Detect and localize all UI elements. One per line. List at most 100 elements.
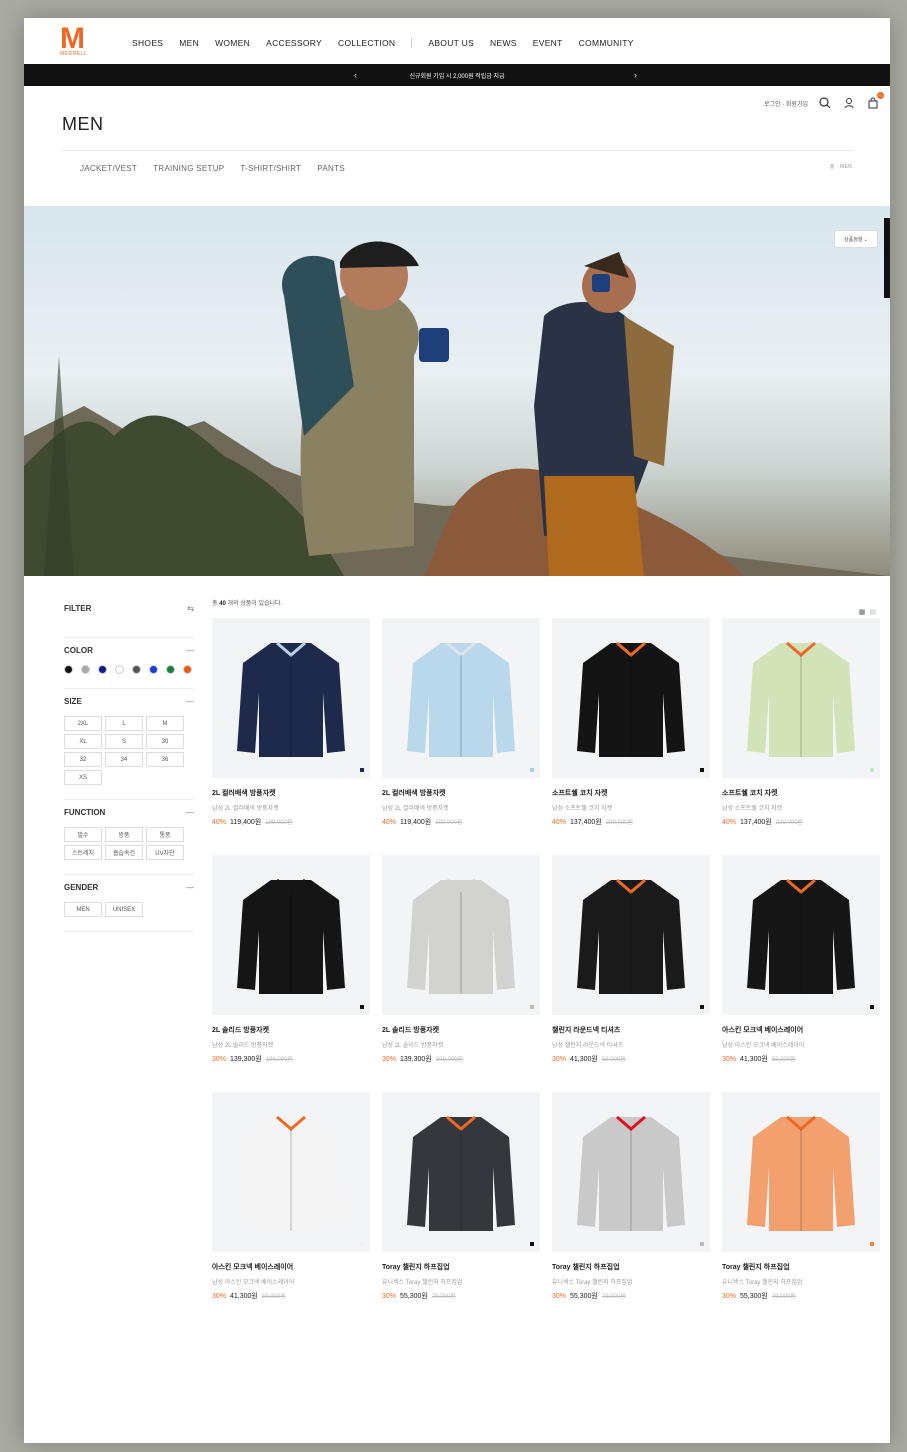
size-option[interactable]: L [105, 716, 143, 731]
original-price: 79,000원 [431, 1294, 456, 1300]
login-link[interactable]: 로그인 · 회원가입 [764, 99, 808, 108]
nav-women[interactable]: WOMEN [215, 38, 250, 48]
subnav-jacket-vest[interactable]: JACKET/VEST [80, 164, 137, 173]
banner-next-button[interactable]: › [634, 70, 637, 80]
product-image[interactable] [552, 855, 710, 1015]
product-name[interactable]: 2L 솔리드 방풍자켓 [382, 1025, 540, 1035]
size-option[interactable]: 32 [64, 752, 102, 767]
product-name[interactable]: Toray 챌린지 하프집업 [382, 1262, 540, 1272]
product-image[interactable] [212, 855, 370, 1015]
product-card[interactable]: Toray 챌린지 하프집업 유니섹스 Toray 챌린지 하프집업 30% 55… [382, 1092, 540, 1301]
product-name[interactable]: Toray 챌린지 하프집업 [722, 1262, 880, 1272]
gender-filter-header[interactable]: GENDER — [64, 883, 194, 892]
size-option[interactable]: 30 [146, 734, 184, 749]
product-image[interactable] [722, 618, 880, 778]
color-filter-header[interactable]: COLOR — [64, 646, 194, 655]
subnav-training-setup[interactable]: TRAINING SETUP [153, 164, 224, 173]
collapse-icon[interactable]: — [186, 883, 194, 892]
product-card[interactable]: 아스킨 모크넥 베이스레이어 남성 아스킨 모크넥 베이스레이어 30% 41,3… [212, 1092, 370, 1301]
product-card[interactable]: 2L 컬러배색 방풍자켓 남성 2L 컬러배색 방풍자켓 40% 119,400원… [212, 618, 370, 827]
product-card[interactable]: 2L 솔리드 방풍자켓 남성 2L 솔리드 방풍자켓 30% 139,300원 19… [212, 855, 370, 1064]
cart-icon[interactable]: 0 [866, 92, 884, 110]
subnav-tshirt-shirt[interactable]: T-SHIRT/SHIRT [240, 164, 301, 173]
product-image[interactable] [382, 1092, 540, 1252]
product-name[interactable]: 아스킨 모크넥 베이스레이어 [722, 1025, 880, 1035]
product-image[interactable] [382, 618, 540, 778]
function-option[interactable]: 방풍 [105, 827, 143, 842]
grid-view-icon[interactable]: ▦ [859, 608, 866, 616]
color-swatch[interactable] [183, 665, 192, 674]
product-card[interactable]: 소프트쉘 코치 자켓 남성 소프트쉘 코치 자켓 40% 137,400원 229,… [552, 618, 710, 827]
size-option[interactable]: XS [64, 770, 102, 785]
size-option[interactable]: 36 [146, 752, 184, 767]
product-image[interactable] [552, 618, 710, 778]
color-swatch[interactable] [149, 665, 158, 674]
banner-text[interactable]: 신규회원 가입 시 2,000원 적립금 지급 [409, 71, 504, 80]
function-option[interactable]: 흡습속건 [105, 845, 143, 860]
side-floating-tab[interactable] [884, 218, 890, 298]
product-name[interactable]: 챌린지 라운드넥 티셔츠 [552, 1025, 710, 1035]
user-icon[interactable] [842, 96, 856, 110]
list-view-icon[interactable]: ▤ [869, 608, 876, 616]
size-filter-header[interactable]: SIZE — [64, 697, 194, 706]
product-card[interactable]: 소프트쉘 코치 자켓 남성 소프트쉘 코치 자켓 40% 137,400원 229,… [722, 618, 880, 827]
product-card[interactable]: 챌린지 라운드넥 티셔츠 남성 챌린지 라운드넥 티셔츠 30% 41,300원 5… [552, 855, 710, 1064]
product-card[interactable]: 2L 컬러배색 방풍자켓 남성 2L 컬러배색 방풍자켓 40% 119,400원… [382, 618, 540, 827]
product-image[interactable] [212, 618, 370, 778]
product-price-row: 30% 139,300원 199,000원 [382, 1054, 540, 1064]
nav-community[interactable]: COMMUNITY [579, 38, 634, 48]
search-icon[interactable] [818, 96, 832, 110]
nav-men[interactable]: MEN [179, 38, 199, 48]
product-image[interactable] [722, 1092, 880, 1252]
color-swatch[interactable] [115, 665, 124, 674]
size-option[interactable]: M [146, 716, 184, 731]
color-swatch[interactable] [64, 665, 73, 674]
product-name[interactable]: 2L 컬러배색 방풍자켓 [212, 788, 370, 798]
filter-settings-icon[interactable]: ⇆ [187, 604, 194, 613]
product-image[interactable] [722, 855, 880, 1015]
nav-event[interactable]: EVENT [533, 38, 563, 48]
function-option[interactable]: 발수 [64, 827, 102, 842]
product-name[interactable]: 소프트쉘 코치 자켓 [552, 788, 710, 798]
product-name[interactable]: Toray 챌린지 하프집업 [552, 1262, 710, 1272]
nav-news[interactable]: NEWS [490, 38, 517, 48]
product-image[interactable] [212, 1092, 370, 1252]
gender-option[interactable]: MEN [64, 902, 102, 917]
color-swatch[interactable] [166, 665, 175, 674]
function-option[interactable]: UV차단 [146, 845, 184, 860]
product-image[interactable] [552, 1092, 710, 1252]
nav-shoes[interactable]: SHOES [132, 38, 163, 48]
gender-option[interactable]: UNISEX [105, 902, 143, 917]
function-filter-header[interactable]: FUNCTION — [64, 808, 194, 817]
color-swatch[interactable] [81, 665, 90, 674]
product-name[interactable]: 아스킨 모크넥 베이스레이어 [212, 1262, 370, 1272]
size-option[interactable]: 34 [105, 752, 143, 767]
color-swatch[interactable] [98, 665, 107, 674]
size-option[interactable]: S [105, 734, 143, 749]
size-option[interactable]: XL [64, 734, 102, 749]
function-option[interactable]: 스트레치 [64, 845, 102, 860]
function-option[interactable]: 통풍 [146, 827, 184, 842]
nav-accessory[interactable]: ACCESSORY [266, 38, 322, 48]
brand-logo[interactable]: M MERRELL [60, 24, 90, 58]
product-image[interactable] [382, 855, 540, 1015]
color-swatch[interactable] [132, 665, 141, 674]
nav-about-us[interactable]: ABOUT US [428, 38, 474, 48]
product-card[interactable]: Toray 챌린지 하프집업 유니섹스 Toray 챌린지 하프집업 30% 55… [552, 1092, 710, 1301]
collapse-icon[interactable]: — [186, 646, 194, 655]
banner-prev-button[interactable]: ‹ [354, 70, 357, 80]
product-card[interactable]: Toray 챌린지 하프집업 유니섹스 Toray 챌린지 하프집업 30% 55… [722, 1092, 880, 1301]
nav-collection[interactable]: COLLECTION [338, 38, 395, 48]
sort-dropdown[interactable]: 상품정렬 ⌄ [834, 230, 878, 248]
product-name[interactable]: 2L 솔리드 방풍자켓 [212, 1025, 370, 1035]
size-option[interactable]: 2XL [64, 716, 102, 731]
product-name[interactable]: 소프트쉘 코치 자켓 [722, 788, 880, 798]
product-name[interactable]: 2L 컬러배색 방풍자켓 [382, 788, 540, 798]
product-card[interactable]: 2L 솔리드 방풍자켓 남성 2L 솔리드 방풍자켓 30% 139,300원 19… [382, 855, 540, 1064]
subnav-pants[interactable]: PANTS [317, 164, 345, 173]
sale-price: 55,300원 [570, 1293, 598, 1300]
breadcrumb[interactable]: 홈 · MEN [830, 163, 852, 170]
product-card[interactable]: 아스킨 모크넥 베이스레이어 남성 아스킨 모크넥 베이스레이어 30% 41,3… [722, 855, 880, 1064]
collapse-icon[interactable]: — [186, 697, 194, 706]
collapse-icon[interactable]: — [186, 808, 194, 817]
